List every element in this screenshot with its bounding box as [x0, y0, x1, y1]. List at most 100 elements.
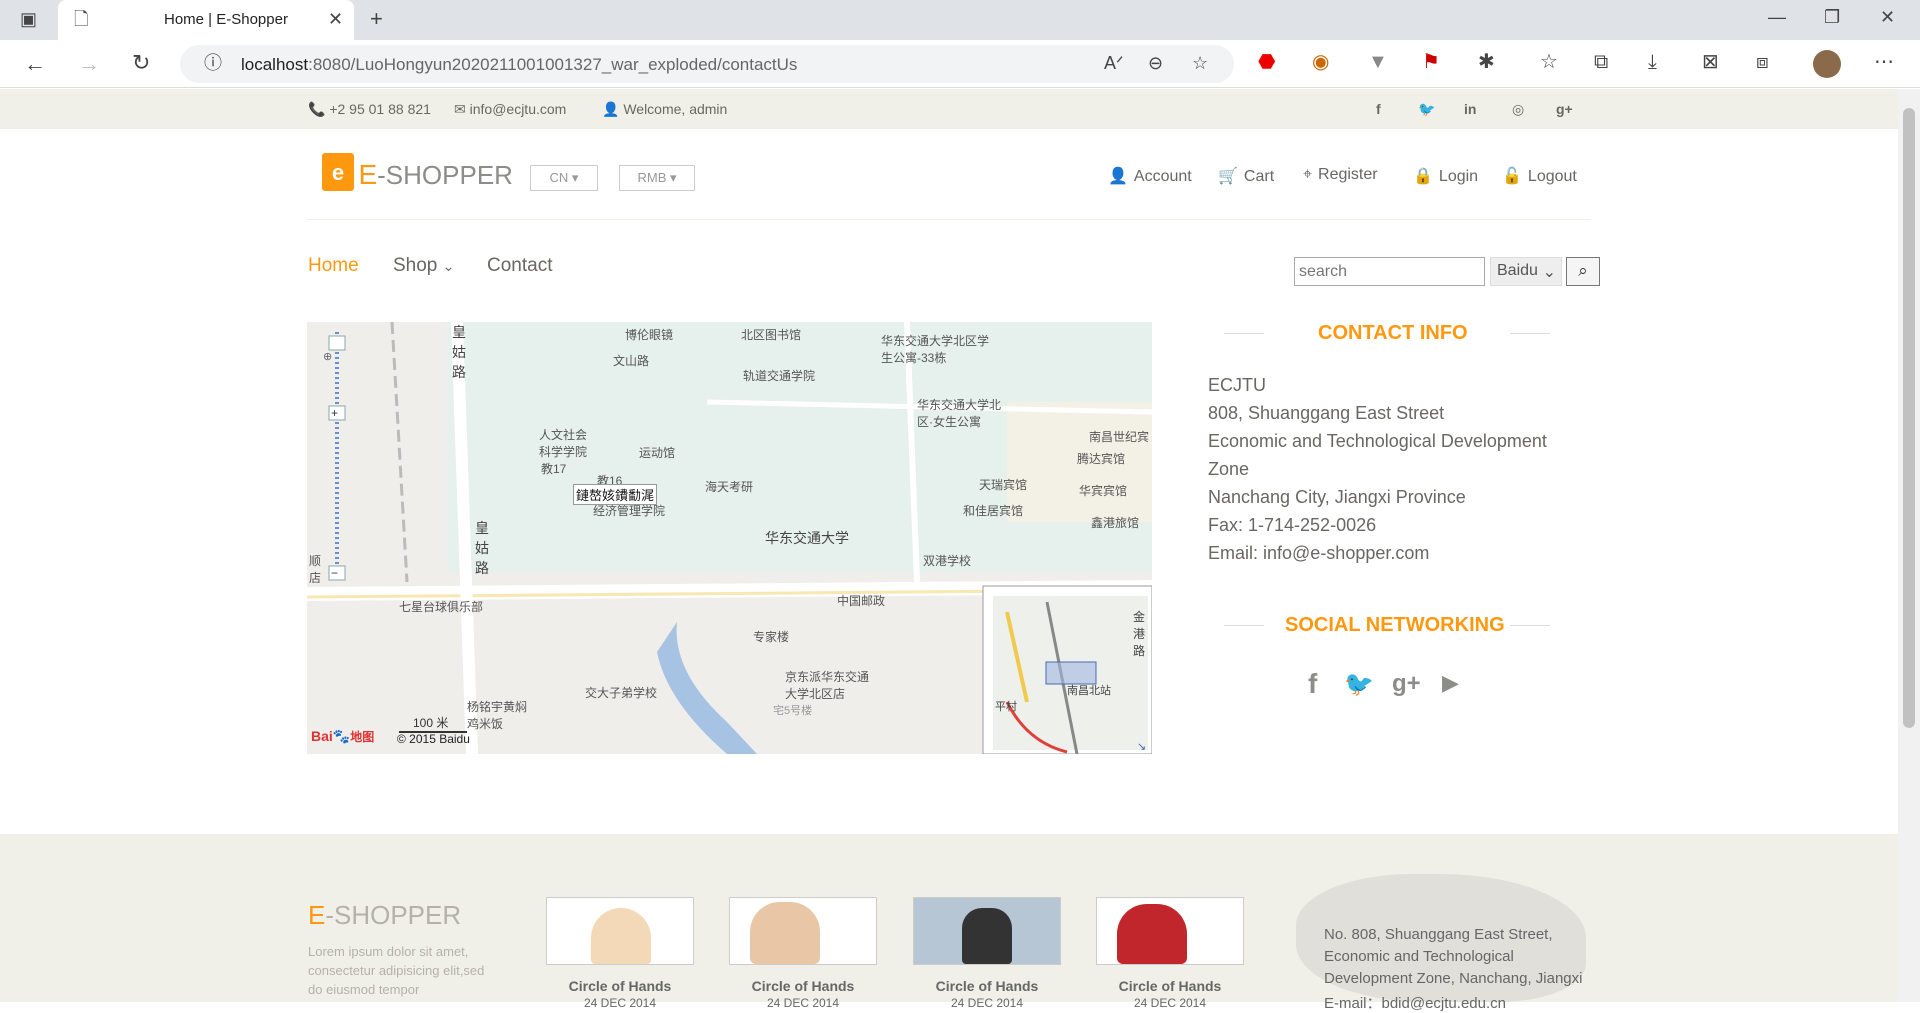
map-roads	[307, 322, 1152, 754]
video-title[interactable]: Circle of Hands	[729, 978, 877, 994]
google-plus-icon[interactable]: g+	[1556, 101, 1573, 117]
reload-icon[interactable]: ↻	[132, 52, 150, 74]
zoom-out-icon[interactable]: −	[331, 566, 338, 580]
login-link[interactable]: 🔒 Login	[1413, 166, 1478, 186]
close-window-icon[interactable]: ✕	[1880, 8, 1895, 26]
map-label: 和佳居宾馆	[963, 504, 1024, 518]
contact-line: Email: info@e-shopper.com	[1208, 543, 1430, 563]
forward-icon[interactable]: →	[78, 53, 100, 75]
nav-home[interactable]: Home	[308, 255, 359, 277]
adblock-icon[interactable]: ⬣	[1258, 52, 1275, 72]
maximize-icon[interactable]: ❐	[1824, 8, 1840, 26]
downloads-icon[interactable]: ⤓	[1648, 52, 1657, 72]
app-icon[interactable]: ⧈	[1756, 52, 1769, 72]
video-title[interactable]: Circle of Hands	[1096, 978, 1244, 994]
video-thumbnail[interactable]	[1096, 897, 1244, 965]
user-icon: 👤	[1108, 168, 1128, 185]
twitter-icon[interactable]: 🐦	[1344, 670, 1374, 699]
overview-toggle-icon[interactable]: ↘	[1137, 740, 1146, 753]
facebook-icon[interactable]: f	[1308, 668, 1317, 700]
dribbble-icon[interactable]: ◎	[1512, 101, 1524, 118]
search-button[interactable]: ⌕	[1566, 257, 1600, 286]
collections-icon[interactable]: ⧉	[1594, 52, 1608, 72]
map-label: 平村	[995, 701, 1017, 713]
nav-shop[interactable]: Shop ⌄	[393, 255, 454, 277]
contact-line: ECJTU	[1208, 375, 1266, 395]
cart-icon: 🛒	[1218, 168, 1238, 185]
map-label: 宅5号楼	[773, 705, 813, 717]
map-label: 专家楼	[753, 630, 790, 644]
footer-address: Development Zone, Nanchang, Jiangxi	[1324, 970, 1583, 987]
header-divider	[307, 219, 1591, 220]
address-bar[interactable]: ⓘ localhost:8080/LuoHongyun2020211001001…	[180, 45, 1234, 83]
search-icon: ⌕	[1578, 261, 1588, 280]
favorite-add-icon[interactable]: ☆	[1192, 54, 1208, 72]
twitter-icon[interactable]: 🐦	[1418, 101, 1435, 118]
broken-image: 鏈嶅姟鐨勫浘	[573, 484, 658, 505]
video-date: 24 DEC 2014	[950, 996, 1024, 1010]
map-label: 运动馆	[639, 446, 676, 460]
extension-icon[interactable]: ◉	[1312, 52, 1329, 72]
site-logo[interactable]: e E-SHOPPER	[322, 153, 513, 191]
map-label: 华宾宾馆	[1079, 484, 1128, 498]
register-link[interactable]: ⌖ Register	[1303, 166, 1378, 184]
map-label: 交大子弟学校	[585, 686, 658, 700]
extensions-icon[interactable]: ✱	[1478, 52, 1495, 72]
map-label: 京东派华东交通大学北区店	[785, 670, 870, 701]
footer-address: E-mail：bdid@ecjtu.edu.cn	[1324, 995, 1506, 1012]
browser-toolbar: ← → ↻ ⓘ localhost:8080/LuoHongyun2020211…	[0, 40, 1920, 88]
video-thumbnail[interactable]	[546, 897, 694, 965]
contact-line: Economic and Technological Development	[1208, 431, 1547, 451]
favorites-icon[interactable]: ☆	[1540, 52, 1558, 72]
extension-v-icon[interactable]: ▼	[1368, 52, 1388, 72]
map-label: 顺店	[309, 554, 322, 585]
language-dropdown[interactable]: CN ▾	[530, 165, 598, 191]
site-info-icon[interactable]: ⓘ	[204, 54, 222, 72]
footer-address: Economic and Technological	[1324, 948, 1514, 965]
cart-link[interactable]: 🛒 Cart	[1218, 166, 1274, 186]
nav-contact[interactable]: Contact	[487, 255, 552, 277]
minimize-icon[interactable]: —	[1768, 8, 1786, 26]
extension-flag-icon[interactable]: ⚑	[1422, 52, 1440, 72]
profile-avatar[interactable]	[1813, 50, 1841, 78]
baidu-map[interactable]: 博伦眼镜 北区图书馆 华东交通大学北区学生公寓-33栋 文山路 轨道交通学院 华…	[307, 322, 1152, 754]
video-date: 24 DEC 2014	[766, 996, 840, 1010]
zoom-in-icon[interactable]: +	[331, 406, 338, 420]
facebook-icon[interactable]: f	[1376, 101, 1381, 117]
close-tab-icon[interactable]: ✕	[328, 10, 343, 28]
social-networking-heading: SOCIAL NETWORKING	[1285, 614, 1505, 636]
map-label: 中国邮政	[837, 594, 886, 608]
map-label: 腾达宾馆	[1077, 452, 1126, 466]
social-heading-line-right	[1510, 625, 1550, 626]
back-icon[interactable]: ←	[24, 53, 46, 75]
video-thumbnail[interactable]	[729, 897, 877, 965]
logout-link[interactable]: 🔓 Logout	[1502, 166, 1577, 186]
map-label: 博伦眼镜	[625, 328, 674, 342]
unlock-icon: 🔓	[1502, 168, 1522, 185]
map-label: 北区图书馆	[741, 328, 802, 342]
video-thumbnail[interactable]	[913, 897, 1061, 965]
read-aloud-icon[interactable]: Aᐟ	[1104, 54, 1124, 72]
search-engine-select[interactable]: Baidu ⌄	[1490, 257, 1562, 286]
currency-dropdown[interactable]: RMB ▾	[619, 165, 695, 191]
linkedin-icon[interactable]: in	[1464, 101, 1476, 117]
browser-tab-strip: ▣ 🗋 Home | E-Shopper ✕ + — ❐ ✕	[0, 0, 1920, 40]
account-link[interactable]: 👤 Account	[1108, 166, 1192, 186]
youtube-icon[interactable]: ▶	[1442, 670, 1459, 696]
map-label: 南昌北站	[1067, 685, 1111, 697]
more-icon[interactable]: ⋯	[1874, 52, 1894, 72]
google-plus-icon[interactable]: g+	[1392, 670, 1421, 698]
map-copyright: © 2015 Baidu	[397, 732, 470, 746]
math-solver-icon[interactable]: ⊠	[1702, 52, 1719, 72]
video-date: 24 DEC 2014	[1133, 996, 1207, 1010]
tab-actions-icon[interactable]: ▣	[20, 10, 37, 28]
map-label: 教17	[541, 462, 567, 476]
video-title[interactable]: Circle of Hands	[913, 978, 1061, 994]
search-input[interactable]	[1294, 257, 1485, 286]
browser-tab[interactable]: 🗋 Home | E-Shopper ✕	[58, 0, 354, 40]
map-pan-control[interactable]: ⊕	[323, 350, 332, 363]
new-tab-icon[interactable]: +	[370, 8, 383, 30]
zoom-icon[interactable]: ⊖	[1148, 54, 1163, 72]
video-title[interactable]: Circle of Hands	[546, 978, 694, 994]
scrollbar-thumb[interactable]	[1903, 108, 1915, 728]
